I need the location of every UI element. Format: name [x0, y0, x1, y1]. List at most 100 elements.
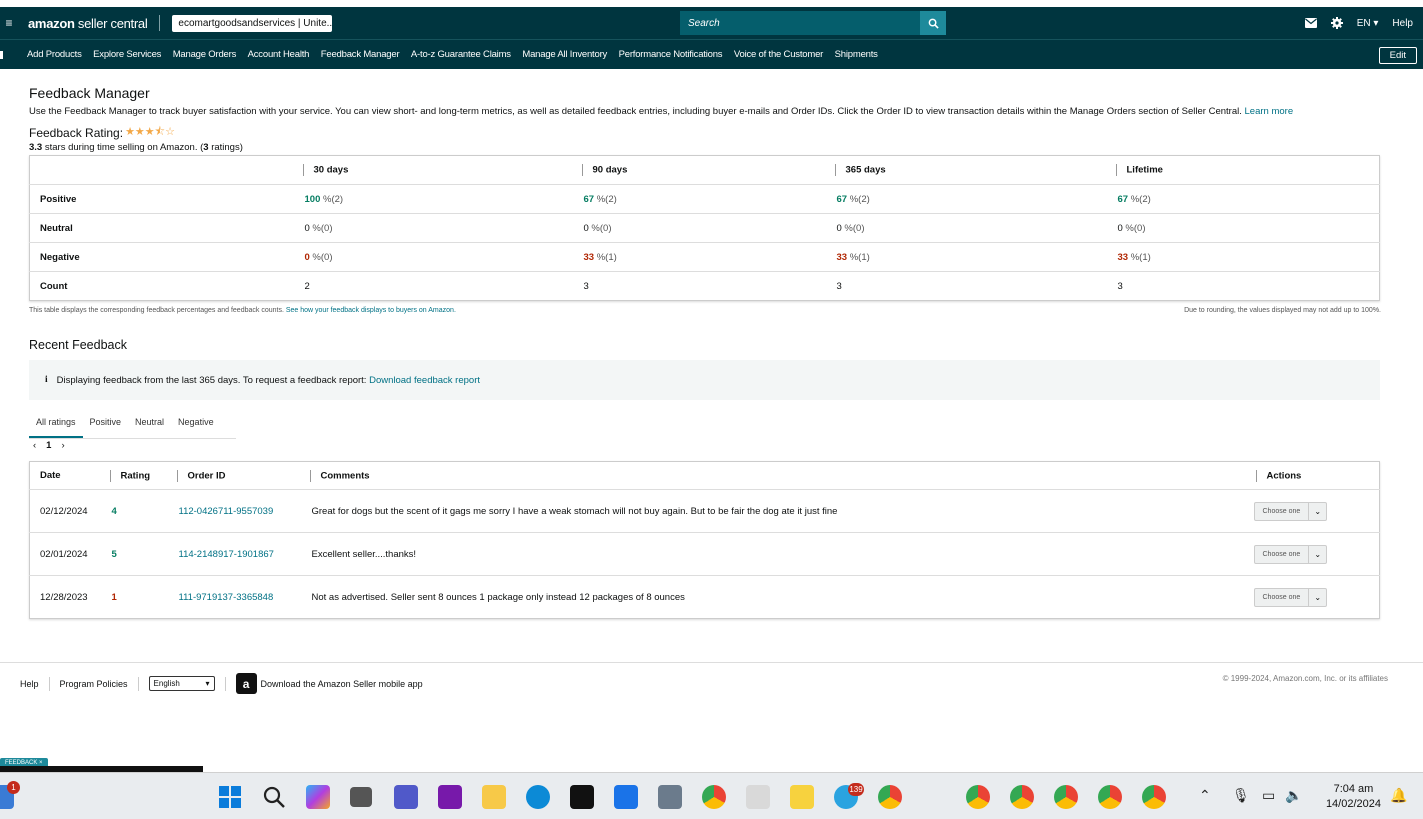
- page-footer: Help Program Policies English ▾ a Downloa…: [0, 662, 1423, 722]
- recent-feedback-title: Recent Feedback: [29, 338, 127, 352]
- mail-icon[interactable]: [1304, 18, 1317, 28]
- navigation-bar: Add Products Explore Services Manage Ord…: [0, 39, 1423, 69]
- table-footnote: This table displays the corresponding fe…: [29, 307, 1381, 314]
- action-dropdown[interactable]: Choose one ⌄: [1253, 587, 1328, 607]
- volume-icon[interactable]: 🔈: [1285, 787, 1302, 804]
- chrome-profile-icon[interactable]: [966, 785, 990, 809]
- column-header: Date: [40, 470, 61, 481]
- search-icon[interactable]: [262, 785, 286, 809]
- nav-manage-orders[interactable]: Manage Orders: [173, 49, 237, 60]
- bookmark-marker: [0, 50, 3, 59]
- nav-explore-services[interactable]: Explore Services: [93, 49, 161, 60]
- chrome-profile-icon[interactable]: [1010, 785, 1034, 809]
- table-row: 02/01/2024 5 114-2148917-1901867 Excelle…: [29, 532, 1380, 576]
- feedback-display-link[interactable]: See how your feedback displays to buyers…: [286, 307, 456, 314]
- column-header: Comments: [300, 462, 1246, 490]
- current-page[interactable]: 1: [46, 440, 51, 451]
- column-header: Lifetime: [1106, 156, 1380, 185]
- windows-taskbar: 1 139 ⌃ 🎙 ▭ 🔈 7:04 am 14/02/2024 🔔: [0, 772, 1423, 819]
- notification-center-icon[interactable]: 🔔: [1390, 787, 1407, 804]
- order-id-link[interactable]: 111-9719137-3365848: [179, 592, 274, 603]
- nav-shipments[interactable]: Shipments: [835, 49, 878, 60]
- chrome-icon[interactable]: [702, 785, 726, 809]
- rating-summary: 3.3 stars during time selling on Amazon.…: [29, 142, 243, 153]
- action-dropdown[interactable]: Choose one ⌄: [1253, 544, 1328, 564]
- amazon-app-icon[interactable]: a: [235, 673, 257, 694]
- file-explorer-icon[interactable]: [482, 785, 506, 809]
- feedback-summary-table: 30 days 90 days 365 days Lifetime Positi…: [29, 155, 1380, 301]
- table-row: Negative 0 %(0) 33 %(1) 33 %(1) 33 %(1): [29, 242, 1380, 272]
- chevron-down-icon: ⌄: [1308, 588, 1326, 606]
- tab-neutral[interactable]: Neutral: [128, 412, 171, 438]
- chrome-profile-icon[interactable]: [1098, 785, 1122, 809]
- chevron-up-icon[interactable]: ⌃: [1199, 787, 1211, 804]
- action-dropdown[interactable]: Choose one ⌄: [1253, 501, 1328, 521]
- netflix-icon[interactable]: [570, 785, 594, 809]
- microphone-icon[interactable]: 🎙: [1232, 787, 1250, 804]
- nav-add-products[interactable]: Add Products: [27, 49, 82, 60]
- teams-icon[interactable]: [394, 785, 418, 809]
- chrome-profile-icon[interactable]: [1142, 785, 1166, 809]
- column-header: 90 days: [572, 156, 825, 185]
- tab-positive[interactable]: Positive: [83, 412, 129, 438]
- notepad-icon[interactable]: [614, 785, 638, 809]
- edit-nav-button[interactable]: Edit: [1378, 47, 1417, 64]
- nav-manage-inventory[interactable]: Manage All Inventory: [522, 49, 607, 60]
- system-clock[interactable]: 7:04 am 14/02/2024: [1326, 782, 1381, 812]
- chevron-down-icon: ▾: [205, 679, 210, 688]
- nav-performance-notifications[interactable]: Performance Notifications: [619, 49, 723, 60]
- task-view-icon[interactable]: [350, 787, 372, 807]
- calculator-icon[interactable]: [658, 785, 682, 809]
- nav-account-health[interactable]: Account Health: [248, 49, 310, 60]
- copilot-icon[interactable]: [306, 785, 330, 809]
- pagination: ‹ 1 ›: [29, 440, 1381, 451]
- footer-language-select[interactable]: English ▾: [148, 676, 215, 691]
- tab-all-ratings[interactable]: All ratings: [29, 412, 83, 438]
- order-id-link[interactable]: 114-2148917-1901867: [179, 549, 274, 560]
- nav-voice-of-customer[interactable]: Voice of the Customer: [734, 49, 823, 60]
- table-header-row: 30 days 90 days 365 days Lifetime: [30, 156, 1380, 185]
- next-page-icon[interactable]: ›: [61, 440, 64, 451]
- info-icon: i: [45, 375, 48, 385]
- order-id-link[interactable]: 112-0426711-9557039: [179, 506, 274, 517]
- feedback-rating: Feedback Rating: ★★★⯪☆: [29, 123, 1381, 142]
- star-rating-icon: ★★★⯪☆: [125, 126, 175, 138]
- nav-feedback-manager[interactable]: Feedback Manager: [321, 49, 400, 60]
- table-row: 12/28/2023 1 111-9719137-3365848 Not as …: [29, 575, 1380, 619]
- rating-label: Feedback Rating:: [29, 125, 124, 140]
- table-row: Neutral 0 %(0) 0 %(0) 0 %(0) 0 %(0): [29, 213, 1380, 243]
- search-button[interactable]: [920, 11, 946, 35]
- chrome-profile-icon[interactable]: [878, 785, 902, 809]
- column-header: 365 days: [825, 156, 1106, 185]
- seller-central-logo[interactable]: amazon seller central: [28, 16, 148, 31]
- chrome-profile-icon[interactable]: [1054, 785, 1078, 809]
- search-input[interactable]: [680, 11, 920, 35]
- network-icon[interactable]: ▭: [1262, 787, 1275, 804]
- store-selector[interactable]: ecomartgoodsandservices | Unite...: [172, 14, 333, 32]
- prev-page-icon[interactable]: ‹: [33, 440, 36, 451]
- tab-negative[interactable]: Negative: [171, 412, 221, 438]
- nav-a-to-z-claims[interactable]: A-to-z Guarantee Claims: [411, 49, 511, 60]
- top-bar: ≡ amazon seller central ecomartgoodsands…: [0, 7, 1423, 39]
- edge-icon[interactable]: [526, 785, 550, 809]
- hamburger-menu-icon[interactable]: ≡: [0, 16, 18, 30]
- column-header: 30 days: [293, 156, 572, 185]
- sticky-notes-icon[interactable]: [790, 785, 814, 809]
- onenote-icon[interactable]: [438, 785, 462, 809]
- download-report-link[interactable]: Download feedback report: [369, 375, 480, 386]
- telegram-badge: 139: [848, 783, 864, 796]
- footer-help-link[interactable]: Help: [20, 679, 39, 689]
- page-description: Use the Feedback Manager to track buyer …: [29, 106, 1294, 117]
- help-link[interactable]: Help: [1392, 18, 1413, 29]
- mobile-app-link[interactable]: Download the Amazon Seller mobile app: [261, 679, 423, 689]
- column-header: Order ID: [167, 462, 300, 490]
- windows-start-icon[interactable]: [218, 785, 242, 809]
- table-row: Count 2 3 3 3: [29, 271, 1380, 301]
- gear-icon[interactable]: [1330, 17, 1343, 29]
- rounding-note: Due to rounding, the values displayed ma…: [1184, 307, 1381, 314]
- learn-more-link[interactable]: Learn more: [1245, 106, 1294, 117]
- language-selector[interactable]: EN ▾: [1357, 18, 1379, 29]
- snipping-tool-icon[interactable]: [746, 785, 770, 809]
- program-policies-link[interactable]: Program Policies: [60, 679, 128, 689]
- search-icon: [928, 18, 939, 29]
